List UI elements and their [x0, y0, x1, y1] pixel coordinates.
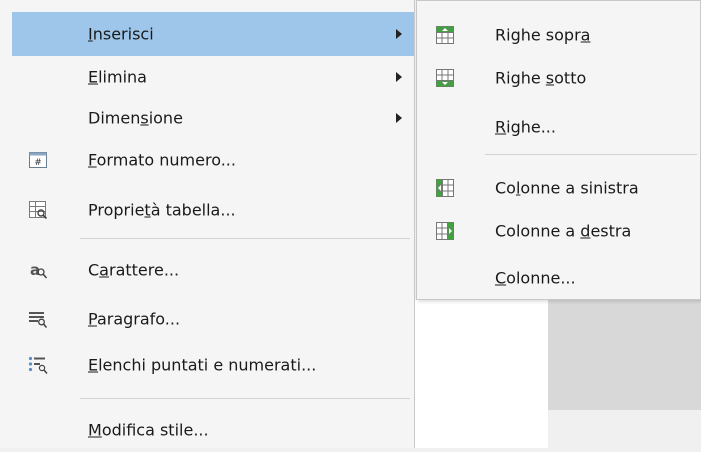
submenu-item-label: Colonne a sinistra	[495, 178, 639, 198]
submenu-separator	[485, 154, 697, 155]
submenu-item-label: Colonne a destra	[495, 221, 632, 241]
submenu-item-righe[interactable]: Righe...	[417, 105, 700, 149]
submenu-item-label: Colonne...	[495, 268, 576, 288]
bullets-numbering-icon	[28, 356, 48, 374]
document-page-area	[400, 300, 548, 448]
table-properties-icon	[29, 201, 48, 220]
table-context-menu: Inserisci Elimina Dimensione # Formato n…	[0, 0, 415, 448]
submenu-item-colonne-sinistra[interactable]: Colonne a sinistra	[417, 166, 700, 210]
menu-item-elenchi-puntati[interactable]: Elenchi puntati e numerati...	[0, 343, 414, 387]
submenu-item-label: Righe sopra	[495, 25, 591, 45]
menu-item-label: Paragrafo...	[88, 309, 181, 329]
submenu-arrow-icon	[396, 72, 402, 82]
submenu-arrow-icon	[396, 113, 402, 123]
menu-item-modifica-stile[interactable]: Modifica stile...	[0, 408, 414, 452]
menu-item-proprieta-tabella[interactable]: Proprietà tabella...	[0, 188, 414, 232]
submenu-item-righe-sopra[interactable]: Righe sopra	[417, 13, 700, 57]
submenu-item-label: Righe...	[495, 117, 556, 137]
document-margin-area	[548, 300, 701, 410]
svg-text:#: #	[34, 158, 42, 168]
menu-item-label: Carattere...	[88, 260, 180, 280]
menu-item-label: Elenchi puntati e numerati...	[88, 355, 317, 375]
menu-item-label: Modifica stile...	[88, 420, 209, 440]
menu-separator	[80, 238, 410, 239]
submenu-arrow-icon	[396, 29, 402, 39]
menu-item-carattere[interactable]: a Carattere...	[0, 248, 414, 292]
menu-item-elimina[interactable]: Elimina	[0, 55, 414, 99]
insert-submenu: Righe sopra Righe sotto Righe... Colonne…	[416, 0, 701, 300]
number-format-icon: #	[29, 152, 47, 168]
menu-item-formato-numero[interactable]: # Formato numero...	[0, 138, 414, 182]
menu-item-label: Proprietà tabella...	[88, 200, 236, 220]
submenu-item-label: Righe sotto	[495, 68, 587, 88]
insert-rows-above-icon	[436, 26, 454, 44]
menu-separator	[80, 398, 410, 399]
paragraph-icon	[29, 312, 48, 329]
menu-item-dimensione[interactable]: Dimensione	[0, 96, 414, 140]
menu-item-label: Dimensione	[88, 108, 183, 128]
menu-item-label: Inserisci	[88, 24, 154, 44]
insert-columns-left-icon	[436, 179, 454, 197]
menu-item-inserisci[interactable]: Inserisci	[12, 12, 414, 56]
character-icon: a	[30, 261, 48, 279]
submenu-item-colonne[interactable]: Colonne...	[417, 256, 700, 300]
menu-item-paragrafo[interactable]: Paragrafo...	[0, 297, 414, 341]
insert-columns-right-icon	[436, 222, 454, 240]
menu-item-label: Elimina	[88, 67, 147, 87]
submenu-item-colonne-destra[interactable]: Colonne a destra	[417, 209, 700, 253]
insert-rows-below-icon	[436, 69, 454, 87]
menu-item-label: Formato numero...	[88, 150, 236, 170]
submenu-item-righe-sotto[interactable]: Righe sotto	[417, 56, 700, 100]
